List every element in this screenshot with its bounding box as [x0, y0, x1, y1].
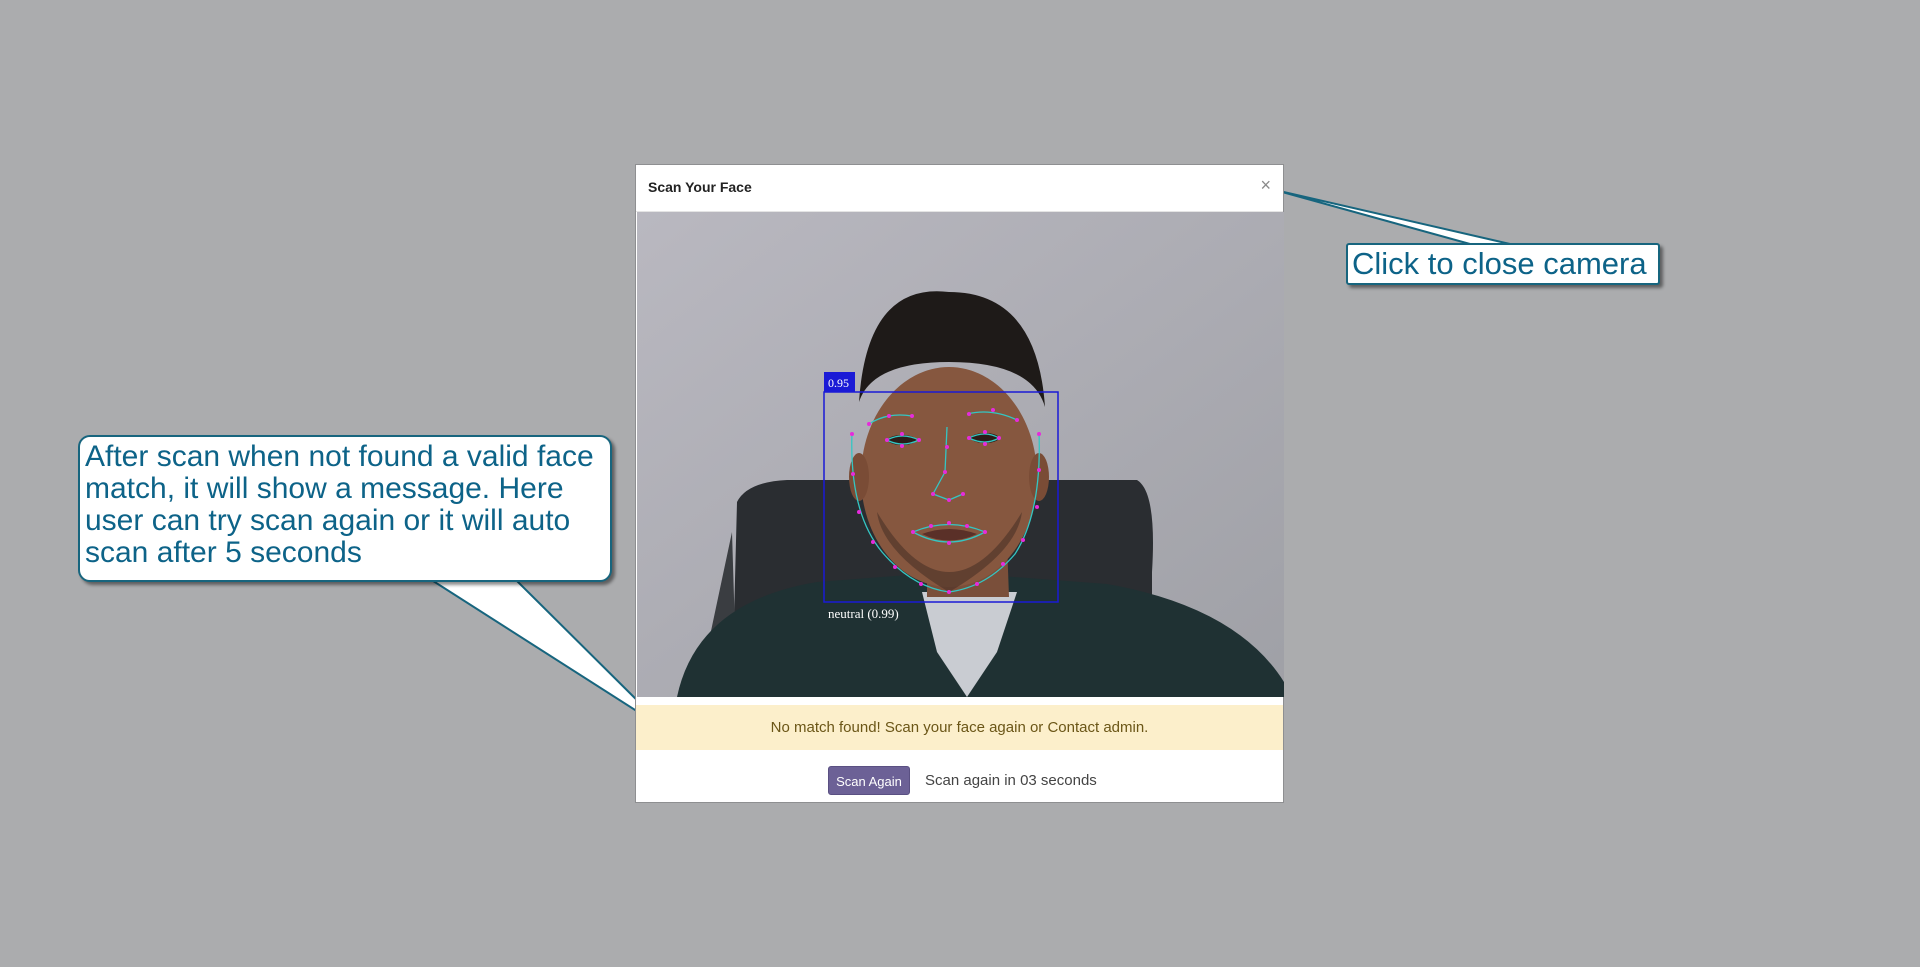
no-match-alert: No match found! Scan your face again or … [636, 705, 1283, 750]
camera-image: 0.95 neutral (0.99) [637, 212, 1284, 697]
expression-label: neutral (0.99) [828, 606, 899, 621]
close-icon[interactable]: × [1260, 176, 1271, 194]
close-callout-pointer [1274, 189, 1511, 245]
close-camera-callout: Click to close camera [1346, 243, 1660, 285]
detection-score: 0.95 [828, 376, 849, 390]
camera-feed: 0.95 neutral (0.99) [637, 212, 1284, 697]
scan-face-modal: Scan Your Face × 0.95 neutral (0.99) No … [635, 164, 1284, 803]
auto-scan-countdown: Scan again in 03 seconds [925, 772, 1097, 789]
modal-header: Scan Your Face × [636, 165, 1283, 212]
modal-footer: Scan Again Scan again in 03 seconds [636, 763, 1283, 803]
scan-again-button[interactable]: Scan Again [828, 766, 910, 795]
modal-title: Scan Your Face [648, 179, 752, 195]
message-callout-pointer [426, 578, 669, 732]
no-match-help-callout: After scan when not found a valid face m… [78, 435, 612, 582]
